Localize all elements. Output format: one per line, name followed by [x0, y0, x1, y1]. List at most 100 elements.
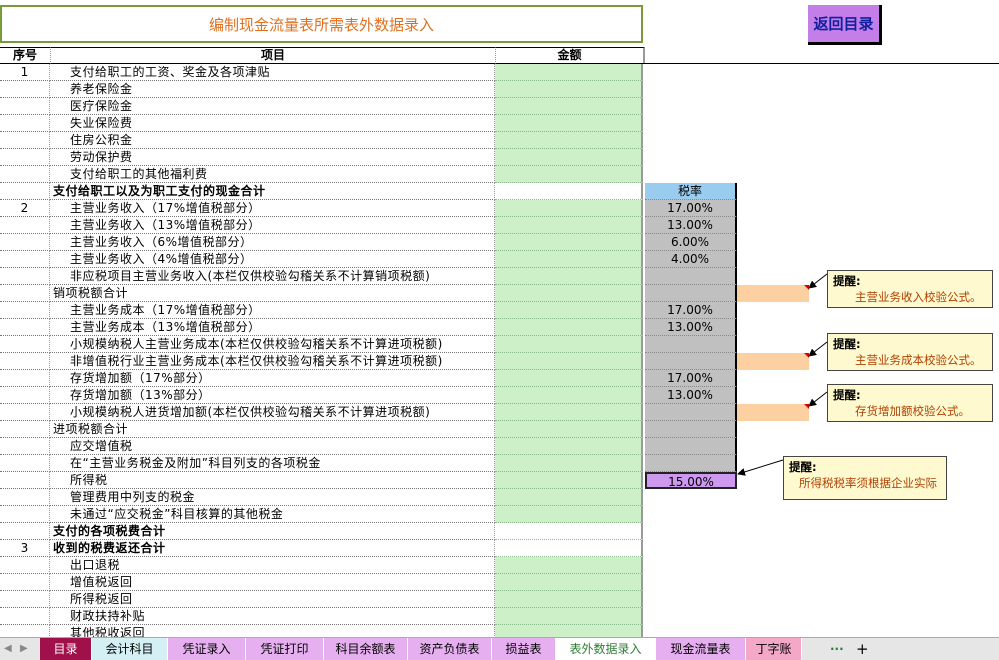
back-to-index-button[interactable]: 返回目录: [808, 5, 882, 45]
tax-rate-cell[interactable]: 4.00%: [645, 251, 737, 268]
amount-input[interactable]: [495, 489, 643, 506]
note-body: 所得税税率须根据企业实际: [799, 476, 937, 490]
amount-input[interactable]: [495, 149, 643, 166]
sheet-tab[interactable]: 丁字账: [746, 638, 802, 660]
amount-input[interactable]: [495, 336, 643, 353]
revenue-check-cell[interactable]: [737, 285, 809, 302]
item-label: 财政扶持补贴: [50, 608, 495, 625]
seq-cell: 3: [0, 540, 50, 557]
item-label: 存货增加额（17%部分）: [50, 370, 495, 387]
note-title: 提醒:: [833, 274, 861, 288]
tax-rate-cell[interactable]: 13.00%: [645, 217, 737, 234]
sheet-tab[interactable]: 科目余额表: [324, 638, 408, 660]
tax-rate-cell[interactable]: 6.00%: [645, 234, 737, 251]
amount-input[interactable]: [495, 472, 643, 489]
amount-input[interactable]: [495, 455, 643, 472]
item-label: 支付给职工以及为职工支付的现金合计: [50, 183, 495, 200]
note-title: 提醒:: [789, 460, 817, 474]
tax-rate-cell[interactable]: [645, 421, 737, 438]
amount-input[interactable]: [495, 251, 643, 268]
tax-rate-cell[interactable]: 15.00%: [645, 472, 737, 489]
amount-input[interactable]: [495, 166, 643, 183]
more-tabs-icon[interactable]: ···: [830, 638, 844, 660]
sheet-tab[interactable]: 会计科目: [92, 638, 168, 660]
tax-rate-cell[interactable]: 17.00%: [645, 302, 737, 319]
amount-input[interactable]: [495, 540, 643, 557]
amount-input[interactable]: [495, 353, 643, 370]
note-body: 主营业务成本校验公式。: [855, 353, 982, 367]
amount-input[interactable]: [495, 574, 643, 591]
column-header-seq: 序号: [0, 47, 50, 64]
amount-input[interactable]: [495, 591, 643, 608]
tax-rate-cell[interactable]: [645, 336, 737, 353]
amount-input[interactable]: [495, 285, 643, 302]
item-label: 住房公积金: [50, 132, 495, 149]
amount-input[interactable]: [495, 268, 643, 285]
item-label: 管理费用中列支的税金: [50, 489, 495, 506]
item-label: 应交增值税: [50, 438, 495, 455]
note-inventory-check: 提醒: 存货增加额校验公式。: [827, 384, 993, 422]
seq-cell: [0, 455, 50, 472]
amount-input[interactable]: [495, 557, 643, 574]
tax-rate-cell[interactable]: 13.00%: [645, 387, 737, 404]
amount-input[interactable]: [495, 319, 643, 336]
cost-check-cell[interactable]: [737, 353, 809, 370]
seq-cell: [0, 217, 50, 234]
amount-input[interactable]: [495, 183, 643, 200]
item-label: 未通过“应交税金”科目核算的其他税金: [50, 506, 495, 523]
seq-cell: [0, 302, 50, 319]
item-label: 小规模纳税人进货增加额(本栏仅供校验勾稽关系不计算进项税额): [50, 404, 495, 421]
amount-input[interactable]: [495, 370, 643, 387]
add-sheet-icon[interactable]: +: [856, 638, 869, 660]
tax-rate-cell[interactable]: 17.00%: [645, 200, 737, 217]
tax-rate-cell[interactable]: [645, 285, 737, 302]
amount-input[interactable]: [495, 200, 643, 217]
amount-input[interactable]: [495, 404, 643, 421]
amount-input[interactable]: [495, 506, 643, 523]
sheet-tab[interactable]: 目录: [40, 638, 92, 660]
tax-rate-cell[interactable]: 13.00%: [645, 319, 737, 336]
column-header-amount: 金额: [495, 47, 645, 64]
tax-rate-cell[interactable]: [645, 455, 737, 472]
item-label: 养老保险金: [50, 81, 495, 98]
sheet-tab[interactable]: 凭证打印: [246, 638, 324, 660]
amount-input[interactable]: [495, 81, 643, 98]
amount-input[interactable]: [495, 64, 643, 81]
amount-input[interactable]: [495, 387, 643, 404]
tax-rate-cell[interactable]: [645, 438, 737, 455]
seq-cell: [0, 166, 50, 183]
sheet-tab[interactable]: 凭证录入: [168, 638, 246, 660]
tax-rate-cell[interactable]: 17.00%: [645, 370, 737, 387]
sheet-tab[interactable]: 损益表: [492, 638, 556, 660]
scroll-tabs-left-icon[interactable]: ◀: [4, 638, 12, 660]
tax-rate-cell[interactable]: [645, 268, 737, 285]
tax-rate-cell[interactable]: [645, 353, 737, 370]
amount-input[interactable]: [495, 438, 643, 455]
sheet-tab[interactable]: 表外数据录入: [556, 638, 656, 660]
page-title: 编制现金流量表所需表外数据录入: [0, 5, 643, 43]
item-label: 所得税: [50, 472, 495, 489]
amount-input[interactable]: [495, 421, 643, 438]
item-label: 劳动保护费: [50, 149, 495, 166]
scroll-tabs-right-icon[interactable]: ▶: [20, 638, 28, 660]
amount-input[interactable]: [495, 608, 643, 625]
item-label: 小规模纳税人主营业务成本(本栏仅供校验勾稽关系不计算进项税额): [50, 336, 495, 353]
tax-rate-cell[interactable]: [645, 404, 737, 421]
amount-input[interactable]: [495, 217, 643, 234]
amount-input[interactable]: [495, 115, 643, 132]
sheet-tab[interactable]: 现金流量表: [656, 638, 746, 660]
inventory-check-cell[interactable]: [737, 404, 809, 421]
seq-cell: 2: [0, 200, 50, 217]
seq-cell: [0, 370, 50, 387]
item-label: 主营业务收入（13%增值税部分）: [50, 217, 495, 234]
amount-input[interactable]: [495, 302, 643, 319]
amount-input[interactable]: [495, 234, 643, 251]
amount-input[interactable]: [495, 98, 643, 115]
item-label: 收到的税费返还合计: [50, 540, 495, 557]
item-label: 出口退税: [50, 557, 495, 574]
seq-cell: [0, 132, 50, 149]
amount-input[interactable]: [495, 132, 643, 149]
amount-input[interactable]: [495, 523, 643, 540]
seq-cell: [0, 404, 50, 421]
sheet-tab[interactable]: 资产负债表: [408, 638, 492, 660]
